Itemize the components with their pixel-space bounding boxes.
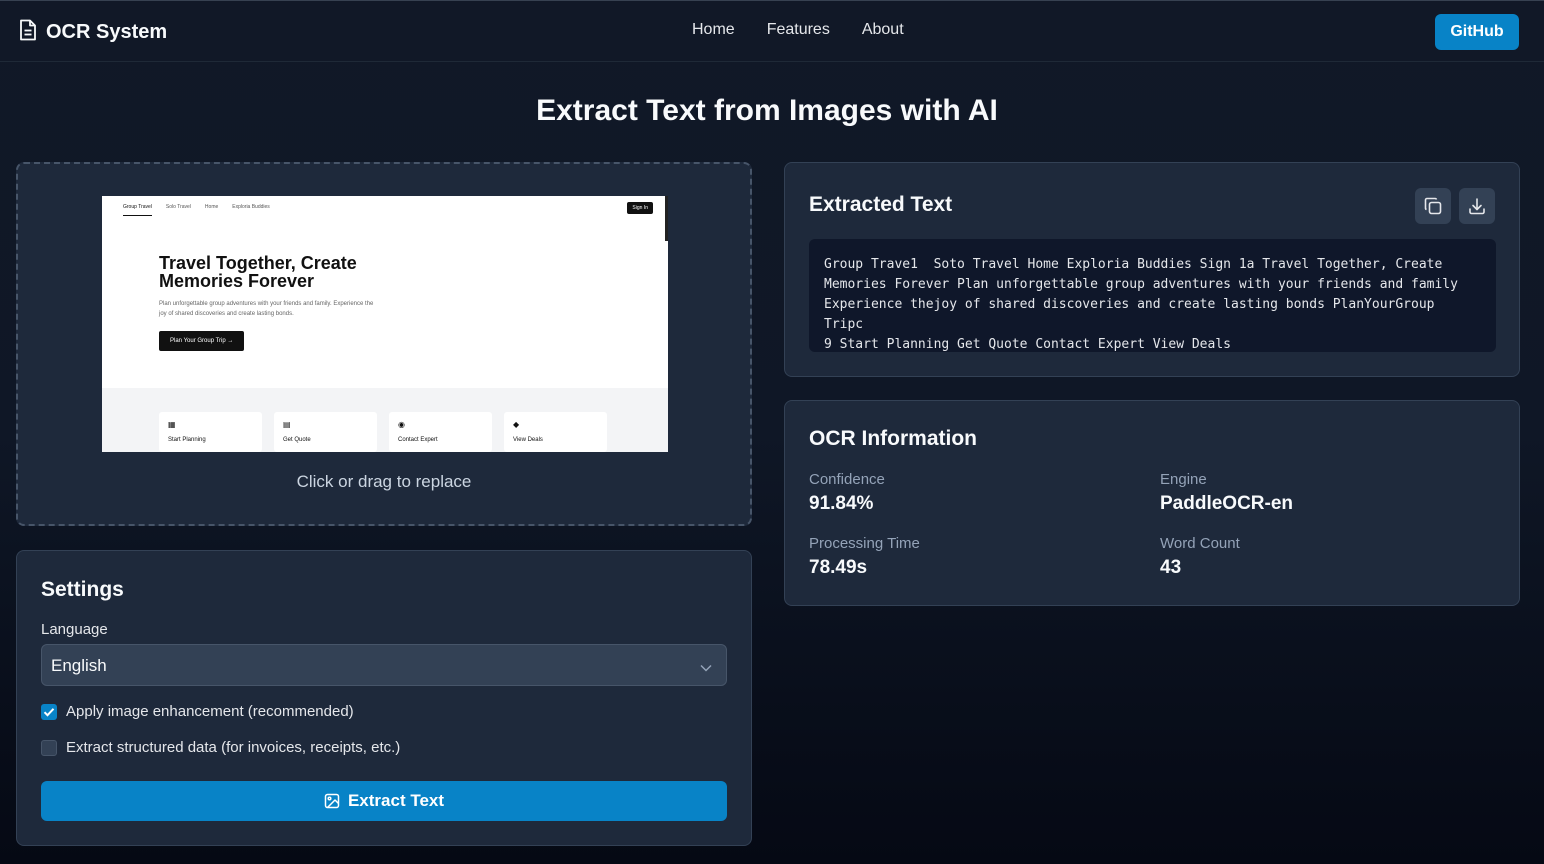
headset-icon: ◉: [398, 420, 405, 429]
preview-subtext: Plan unforgettable group adventures with…: [159, 301, 374, 317]
tag-icon: ◆: [513, 420, 520, 429]
preview-heading: Travel Together, Create Memories Forever: [159, 253, 357, 291]
download-icon: [1469, 198, 1485, 215]
download-button[interactable]: [1459, 188, 1495, 224]
receipt-icon: ▤: [283, 420, 291, 429]
main-nav: Home Features About: [692, 21, 904, 39]
preview-nav: Group Travel Solo Travel Home Exploria B…: [123, 204, 270, 216]
chevron-down-icon: [700, 659, 712, 677]
ocr-info-panel: OCR Information Confidence 91.84% Engine…: [784, 400, 1520, 606]
processing-time-label: Processing Time: [809, 535, 920, 552]
image-icon: [324, 793, 340, 809]
map-icon: ▦: [168, 420, 176, 429]
preview-card: ◆ View Deals: [504, 412, 607, 452]
preview-scrollbar: [665, 196, 668, 241]
enhancement-checkbox[interactable]: [41, 703, 57, 720]
preview-card-label: Contact Expert: [398, 437, 438, 443]
image-dropzone[interactable]: Group Travel Solo Travel Home Exploria B…: [16, 162, 752, 526]
ocr-info-title: OCR Information: [809, 427, 977, 450]
structured-data-checkbox[interactable]: [41, 739, 57, 756]
nav-home[interactable]: Home: [692, 21, 735, 39]
preview-nav-item: Home: [204, 204, 219, 210]
processing-time-value: 78.49s: [809, 557, 868, 578]
extracted-text-title: Extracted Text: [809, 193, 953, 216]
extracted-text-panel: Extracted Text Group Trave1 Soto Travel …: [784, 162, 1520, 377]
preview-nav-item: Solo Travel: [165, 204, 191, 210]
app-title: OCR System: [46, 21, 168, 43]
word-count-value: 43: [1160, 557, 1182, 578]
extract-text-label: Extract Text: [347, 791, 445, 810]
preview-card-label: View Deals: [513, 437, 543, 443]
engine-label: Engine: [1160, 471, 1207, 488]
settings-panel: Settings Language English Apply image en…: [16, 550, 752, 846]
engine-value: PaddleOCR-en: [1160, 493, 1294, 514]
brand[interactable]: OCR System: [18, 19, 167, 46]
language-select[interactable]: English: [41, 644, 727, 686]
preview-nav-item: Exploria Buddies: [232, 204, 270, 210]
confidence-value: 91.84%: [809, 493, 874, 514]
preview-nav-item: Group Travel: [123, 204, 152, 216]
extract-text-button[interactable]: Extract Text: [41, 781, 727, 821]
structured-data-option[interactable]: Extract structured data (for invoices, r…: [41, 739, 400, 756]
check-icon: [43, 707, 55, 717]
enhancement-label: Apply image enhancement (recommended): [66, 703, 354, 720]
image-preview: Group Travel Solo Travel Home Exploria B…: [102, 196, 668, 452]
word-count-label: Word Count: [1160, 535, 1240, 552]
nav-about[interactable]: About: [862, 21, 904, 39]
preview-card: ▤ Get Quote: [274, 412, 377, 452]
language-value: English: [51, 656, 107, 675]
copy-icon: [1424, 197, 1442, 215]
copy-button[interactable]: [1415, 188, 1451, 224]
dropzone-caption: Click or drag to replace: [296, 472, 472, 491]
extracted-text-output[interactable]: Group Trave1 Soto Travel Home Exploria B…: [809, 239, 1496, 352]
structured-data-label: Extract structured data (for invoices, r…: [66, 739, 401, 756]
preview-card-label: Get Quote: [283, 437, 311, 443]
enhancement-option[interactable]: Apply image enhancement (recommended): [41, 703, 354, 720]
settings-title: Settings: [41, 578, 124, 601]
top-navbar: OCR System Home Features About GitHub: [0, 0, 1544, 62]
preview-card: ◉ Contact Expert: [389, 412, 492, 452]
preview-cta: Plan Your Group Trip →: [159, 331, 245, 351]
github-button[interactable]: GitHub: [1435, 14, 1519, 50]
nav-features[interactable]: Features: [767, 21, 830, 39]
page-title: Extract Text from Images with AI: [536, 94, 998, 127]
preview-sign-in: Sign In: [627, 202, 653, 214]
document-icon: [18, 19, 38, 46]
confidence-label: Confidence: [809, 471, 885, 488]
preview-card: ▦ Start Planning: [159, 412, 262, 452]
language-label: Language: [41, 621, 108, 638]
preview-card-label: Start Planning: [168, 437, 206, 443]
